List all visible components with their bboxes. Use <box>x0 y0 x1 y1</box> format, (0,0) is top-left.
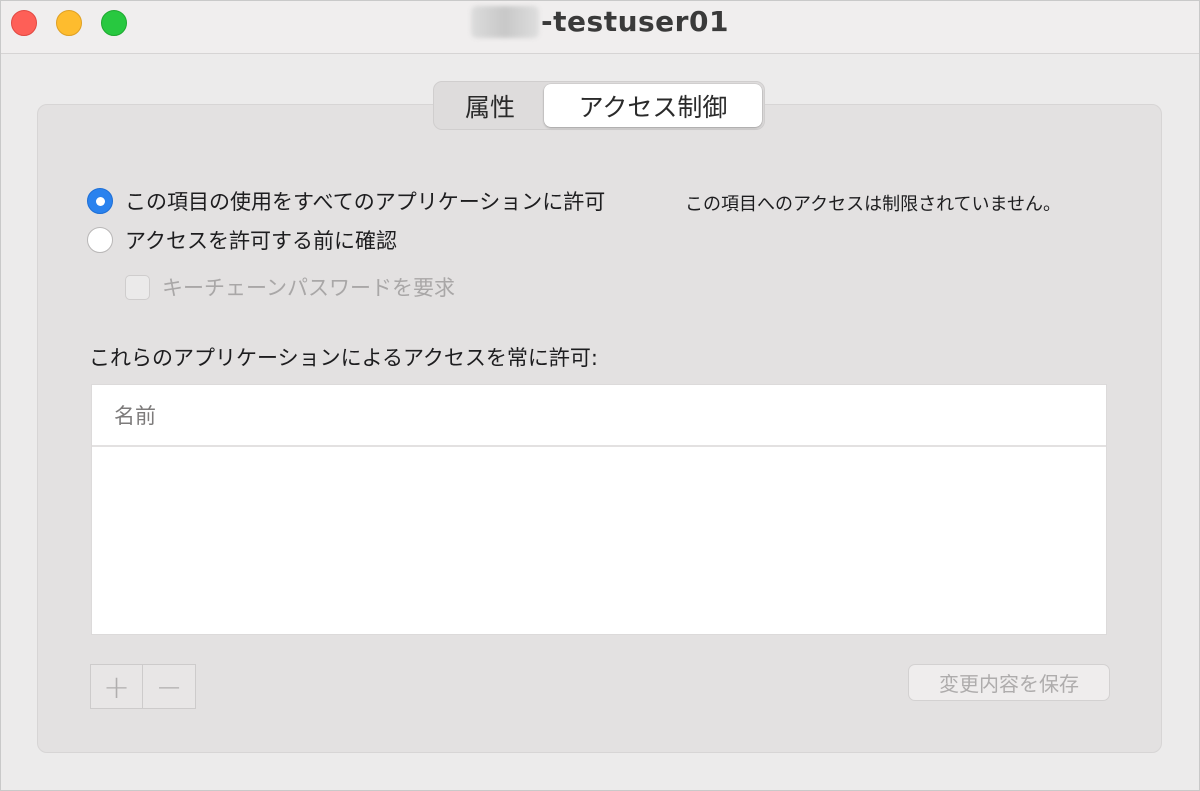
redacted-title-text <box>471 5 540 38</box>
allowed-apps-table[interactable]: 名前 <box>91 384 1107 635</box>
table-column-name-header[interactable]: 名前 <box>92 385 1106 447</box>
minus-icon: − <box>155 667 183 706</box>
keychain-item-window: -testuser01 属性 アクセス制御 この項目の使用をすべてのアプリケーシ… <box>0 0 1200 791</box>
keychain-password-checkbox <box>125 274 150 300</box>
radio-confirm-before-access[interactable]: アクセスを許可する前に確認 <box>87 225 397 255</box>
plus-icon: + <box>103 667 130 706</box>
title-bar: -testuser01 <box>1 1 1199 54</box>
tab-access-control[interactable]: アクセス制御 <box>544 84 762 127</box>
add-app-button[interactable]: + <box>91 665 143 708</box>
window-title-text: -testuser01 <box>541 5 729 38</box>
window-title: -testuser01 <box>1 5 1199 38</box>
save-changes-button[interactable]: 変更内容を保存 <box>908 664 1110 701</box>
add-remove-button-group: + − <box>90 664 196 709</box>
tab-attributes[interactable]: 属性 <box>436 84 544 127</box>
tab-segmented-control: 属性 アクセス制御 <box>433 81 765 130</box>
radio-selected-icon[interactable] <box>87 188 113 214</box>
radio-confirm-label: アクセスを許可する前に確認 <box>125 229 397 253</box>
allowed-apps-label: これらのアプリケーションによるアクセスを常に許可: <box>89 346 598 370</box>
keychain-password-checkbox-row: キーチェーンパスワードを要求 <box>125 272 455 302</box>
radio-allow-all-apps[interactable]: この項目の使用をすべてのアプリケーションに許可 <box>87 186 605 216</box>
remove-app-button[interactable]: − <box>143 665 195 708</box>
radio-unselected-icon[interactable] <box>87 227 113 253</box>
keychain-password-label: キーチェーンパスワードを要求 <box>162 276 455 300</box>
column-name-label: 名前 <box>114 404 156 428</box>
access-status-note: この項目へのアクセスは制限されていません。 <box>685 194 1062 215</box>
radio-allow-all-label: この項目の使用をすべてのアプリケーションに許可 <box>125 190 606 214</box>
